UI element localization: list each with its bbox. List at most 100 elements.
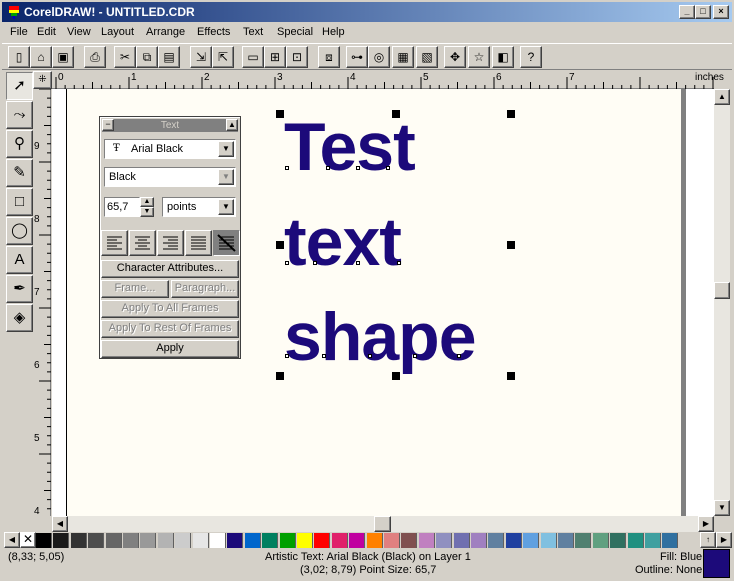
color-swatch[interactable]: [418, 533, 435, 548]
selection-handle-e[interactable]: [507, 241, 515, 249]
palette-scroll-up-icon[interactable]: ↑: [700, 532, 716, 548]
color-swatch[interactable]: [366, 533, 383, 548]
color-swatch[interactable]: [279, 533, 296, 548]
transform-icon[interactable]: ✥: [444, 46, 466, 68]
align-right-button[interactable]: [157, 230, 184, 256]
menu-edit[interactable]: Edit: [37, 26, 56, 38]
symbols-icon[interactable]: ☆: [468, 46, 490, 68]
color-swatch[interactable]: [314, 533, 331, 548]
menu-effects[interactable]: Effects: [197, 26, 230, 38]
font-select[interactable]: Ŧ Arial Black ▼: [104, 139, 236, 159]
outline-tool-icon[interactable]: ✒: [6, 275, 33, 303]
selection-handle-se[interactable]: [507, 372, 515, 380]
pick-tool-icon[interactable]: ➚: [6, 72, 33, 100]
color-swatch[interactable]: [453, 533, 470, 548]
group-icon[interactable]: ⧈: [318, 46, 340, 68]
color-swatch[interactable]: [140, 533, 157, 548]
size-unit-select[interactable]: points ▼: [162, 197, 236, 217]
color-swatch[interactable]: [88, 533, 105, 548]
color-swatch[interactable]: [262, 533, 279, 548]
size-up-icon[interactable]: ▲: [140, 197, 154, 207]
character-node[interactable]: [313, 261, 317, 265]
menu-special[interactable]: Special: [277, 26, 313, 38]
color-swatch[interactable]: [540, 533, 557, 548]
to-back-icon[interactable]: ▦: [392, 46, 414, 68]
text-tool-icon[interactable]: A: [6, 246, 33, 274]
scroll-down-icon[interactable]: ▼: [714, 500, 730, 516]
color-swatch[interactable]: [575, 533, 592, 548]
vertical-ruler[interactable]: 9 8 7 6 5 4: [33, 89, 51, 517]
justify-button[interactable]: [185, 230, 212, 256]
align-center-button[interactable]: [129, 230, 156, 256]
color-swatch[interactable]: [610, 533, 627, 548]
character-node[interactable]: [386, 166, 390, 170]
palette-scroll-right-icon[interactable]: ▶: [716, 532, 732, 548]
shape-tool-icon[interactable]: ⤳: [6, 101, 33, 129]
new-file-icon[interactable]: ▯: [8, 46, 30, 68]
chevron-down-icon[interactable]: ▼: [218, 199, 234, 215]
color-swatch[interactable]: [471, 533, 487, 548]
artistic-text-line[interactable]: shape: [284, 303, 477, 371]
scroll-left-icon[interactable]: ◀: [52, 516, 68, 532]
rectangle-tool-icon[interactable]: □: [6, 188, 33, 216]
color-swatch[interactable]: [662, 533, 679, 548]
style-select[interactable]: Black ▼: [104, 167, 236, 187]
scroll-up-icon[interactable]: ▲: [714, 89, 730, 105]
character-node[interactable]: [368, 354, 372, 358]
artistic-text-line[interactable]: Test: [284, 113, 416, 181]
menu-file[interactable]: File: [10, 26, 28, 38]
cut-icon[interactable]: ✂: [114, 46, 136, 68]
character-attributes-button[interactable]: Character Attributes...: [101, 260, 239, 278]
color-swatch[interactable]: [592, 533, 609, 548]
color-swatch[interactable]: [192, 533, 209, 548]
zoom-tool-icon[interactable]: ⚲: [6, 130, 33, 158]
envelope-icon[interactable]: ◧: [492, 46, 514, 68]
export-icon[interactable]: ⇱: [212, 46, 234, 68]
fill-tool-icon[interactable]: ◈: [6, 304, 33, 332]
color-swatch[interactable]: [645, 533, 661, 548]
color-swatch[interactable]: [36, 533, 52, 548]
chevron-down-icon[interactable]: ▼: [218, 141, 234, 157]
character-node[interactable]: [322, 354, 326, 358]
selection-handle-n[interactable]: [392, 110, 400, 118]
selection-handle-w[interactable]: [276, 241, 284, 249]
color-swatch[interactable]: [175, 533, 192, 548]
import-icon[interactable]: ⇲: [190, 46, 212, 68]
no-fill-icon[interactable]: ✕: [20, 532, 36, 548]
whats-this-help-icon[interactable]: ?: [520, 46, 542, 68]
selection-handle-sw[interactable]: [276, 372, 284, 380]
menu-view[interactable]: View: [67, 26, 91, 38]
frame-button[interactable]: Frame...: [101, 280, 169, 298]
minimize-button[interactable]: _: [679, 5, 695, 19]
rollup-menu-icon[interactable]: −: [102, 119, 114, 131]
color-swatch[interactable]: [558, 533, 574, 548]
artistic-text-line[interactable]: text: [284, 208, 402, 276]
horizontal-scroll-thumb[interactable]: [374, 516, 391, 532]
scroll-right-icon[interactable]: ▶: [698, 516, 714, 532]
character-node[interactable]: [285, 354, 289, 358]
character-node[interactable]: [397, 261, 401, 265]
color-swatch[interactable]: [401, 533, 418, 548]
wireframe-icon[interactable]: ⊞: [264, 46, 286, 68]
menu-layout[interactable]: Layout: [101, 26, 134, 38]
horizontal-ruler[interactable]: 0 1 2 3 4 5 6 7 inches: [52, 71, 724, 89]
open-file-icon[interactable]: ⌂: [30, 46, 52, 68]
color-swatch[interactable]: [210, 533, 226, 548]
menu-arrange[interactable]: Arrange: [146, 26, 185, 38]
color-swatch[interactable]: [505, 533, 522, 548]
selection-handle-s[interactable]: [392, 372, 400, 380]
color-swatch[interactable]: [384, 533, 400, 548]
zoom-selected-icon[interactable]: ⊡: [286, 46, 308, 68]
selection-handle-ne[interactable]: [507, 110, 515, 118]
character-node[interactable]: [457, 354, 461, 358]
color-swatch[interactable]: [488, 533, 505, 548]
color-swatch[interactable]: [105, 533, 122, 548]
apply-button[interactable]: Apply: [101, 340, 239, 358]
character-node[interactable]: [413, 354, 417, 358]
color-swatch[interactable]: [331, 533, 348, 548]
color-swatch[interactable]: [70, 533, 87, 548]
color-swatch[interactable]: [627, 533, 644, 548]
ruler-origin-icon[interactable]: ⁜: [33, 71, 52, 89]
copy-icon[interactable]: ⧉: [136, 46, 158, 68]
character-node[interactable]: [285, 261, 289, 265]
